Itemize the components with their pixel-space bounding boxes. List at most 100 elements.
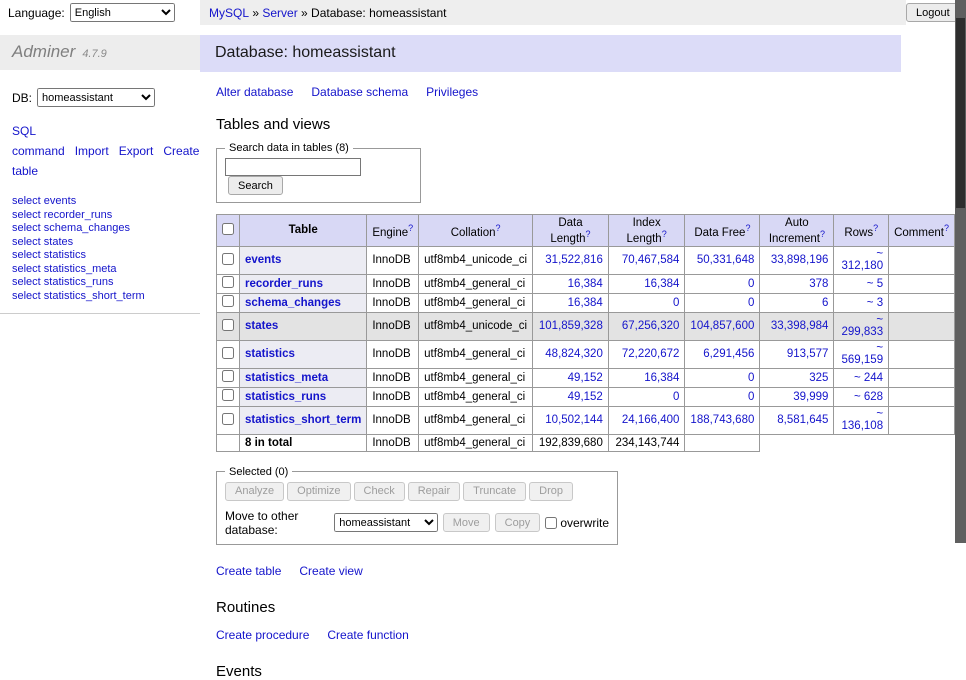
repair-button[interactable]: Repair [408, 482, 460, 501]
data-free-link[interactable]: 0 [748, 391, 754, 403]
column-help-link[interactable]: ? [820, 229, 825, 239]
rows-link[interactable]: ~ 5 [867, 278, 883, 290]
sidebar-table-link-statistics[interactable]: select statistics [12, 249, 200, 263]
index-length-link[interactable]: 0 [673, 391, 679, 403]
db-action-link-alter-database[interactable]: Alter database [216, 85, 293, 99]
row-checkbox[interactable] [222, 370, 234, 382]
data-length-link[interactable]: 16,384 [568, 297, 603, 309]
index-length-link[interactable]: 0 [673, 297, 679, 309]
index-length-link[interactable]: 72,220,672 [622, 348, 680, 360]
rows-link[interactable]: ~ 312,180 [842, 248, 884, 272]
table-link-recorder-runs[interactable]: recorder_runs [245, 278, 323, 290]
truncate-button[interactable]: Truncate [463, 482, 526, 501]
sidebar-table-link-statistics-meta[interactable]: select statistics_meta [12, 263, 200, 277]
row-checkbox[interactable] [222, 253, 234, 265]
db-select[interactable]: homeassistant [37, 88, 155, 107]
language-select[interactable]: English [70, 3, 175, 22]
data-length-link[interactable]: 16,384 [568, 278, 603, 290]
sidebar-table-link-schema-changes[interactable]: select schema_changes [12, 222, 200, 236]
sidebar-link-export[interactable]: Export [119, 144, 154, 158]
rows-link[interactable]: ~ 244 [854, 372, 883, 384]
sidebar-table-link-statistics-short-term[interactable]: select statistics_short_term [12, 290, 200, 304]
column-help-link[interactable]: ? [873, 223, 878, 233]
column-help-link[interactable]: ? [745, 223, 750, 233]
data-free-link[interactable]: 104,857,600 [690, 320, 754, 332]
rows-link[interactable]: ~ 628 [854, 391, 883, 403]
breadcrumb-link-mysql[interactable]: MySQL [209, 6, 249, 20]
copy-button[interactable]: Copy [495, 513, 541, 532]
logout-button[interactable]: Logout [906, 3, 960, 22]
data-free-link[interactable]: 50,331,648 [697, 254, 755, 266]
sidebar-link-import[interactable]: Import [75, 144, 109, 158]
rows-link[interactable]: ~ 136,108 [842, 408, 884, 432]
index-length-link[interactable]: 24,166,400 [622, 414, 680, 426]
sidebar-table-link-recorder-runs[interactable]: select recorder_runs [12, 209, 200, 223]
optimize-button[interactable]: Optimize [287, 482, 350, 501]
data-free-link[interactable]: 6,291,456 [703, 348, 754, 360]
table-link-statistics-short-term[interactable]: statistics_short_term [245, 414, 361, 426]
table-link-statistics-meta[interactable]: statistics_meta [245, 372, 328, 384]
auto-increment-link[interactable]: 378 [809, 278, 828, 290]
sidebar-table-link-events[interactable]: select events [12, 195, 200, 209]
auto-increment-link[interactable]: 33,398,984 [771, 320, 829, 332]
row-checkbox[interactable] [222, 413, 234, 425]
auto-increment-link[interactable]: 6 [822, 297, 828, 309]
search-button[interactable]: Search [228, 176, 283, 195]
sidebar-link-sql-command[interactable]: SQL command [12, 124, 65, 158]
overwrite-checkbox[interactable] [545, 517, 557, 529]
analyze-button[interactable]: Analyze [225, 482, 284, 501]
routine-link-create-procedure[interactable]: Create procedure [216, 628, 309, 642]
column-help-link[interactable]: ? [586, 229, 591, 239]
index-length-link[interactable]: 16,384 [644, 278, 679, 290]
data-free-link[interactable]: 0 [748, 278, 754, 290]
data-length-link[interactable]: 49,152 [568, 391, 603, 403]
column-help-link[interactable]: ? [408, 223, 413, 233]
index-length-link[interactable]: 70,467,584 [622, 254, 680, 266]
vertical-scrollbar[interactable] [955, 0, 966, 543]
auto-increment-link[interactable]: 33,898,196 [771, 254, 829, 266]
row-checkbox[interactable] [222, 319, 234, 331]
scrollbar-thumb[interactable] [956, 18, 965, 208]
check-button[interactable]: Check [354, 482, 405, 501]
table-link-schema-changes[interactable]: schema_changes [245, 297, 341, 309]
data-length-link[interactable]: 49,152 [568, 372, 603, 384]
move-db-select[interactable]: homeassistant [334, 513, 437, 532]
sidebar-table-link-statistics-runs[interactable]: select statistics_runs [12, 276, 200, 290]
breadcrumb-link-server[interactable]: Server [262, 6, 297, 20]
table-link-statistics-runs[interactable]: statistics_runs [245, 391, 326, 403]
db-action-link-database-schema[interactable]: Database schema [311, 85, 408, 99]
data-free-link[interactable]: 0 [748, 297, 754, 309]
table-link-events[interactable]: events [245, 254, 281, 266]
auto-increment-link[interactable]: 39,999 [793, 391, 828, 403]
column-help-link[interactable]: ? [495, 223, 500, 233]
data-length-link[interactable]: 31,522,816 [545, 254, 603, 266]
data-length-link[interactable]: 48,824,320 [545, 348, 603, 360]
data-length-link[interactable]: 10,502,144 [545, 414, 603, 426]
create-link-create-view[interactable]: Create view [299, 564, 362, 578]
row-checkbox[interactable] [222, 295, 234, 307]
search-input[interactable] [225, 158, 361, 176]
table-link-states[interactable]: states [245, 320, 278, 332]
rows-link[interactable]: ~ 3 [867, 297, 883, 309]
db-action-link-privileges[interactable]: Privileges [426, 85, 478, 99]
row-checkbox[interactable] [222, 389, 234, 401]
data-free-link[interactable]: 188,743,680 [690, 414, 754, 426]
index-length-link[interactable]: 16,384 [644, 372, 679, 384]
routine-link-create-function[interactable]: Create function [327, 628, 408, 642]
auto-increment-link[interactable]: 8,581,645 [777, 414, 828, 426]
sidebar-table-link-states[interactable]: select states [12, 236, 200, 250]
table-link-statistics[interactable]: statistics [245, 348, 295, 360]
row-checkbox[interactable] [222, 276, 234, 288]
index-length-link[interactable]: 67,256,320 [622, 320, 680, 332]
auto-increment-link[interactable]: 325 [809, 372, 828, 384]
drop-button[interactable]: Drop [529, 482, 573, 501]
select-all-checkbox[interactable] [222, 223, 234, 235]
move-button[interactable]: Move [443, 513, 490, 532]
auto-increment-link[interactable]: 913,577 [787, 348, 829, 360]
create-link-create-table[interactable]: Create table [216, 564, 281, 578]
data-length-link[interactable]: 101,859,328 [539, 320, 603, 332]
column-help-link[interactable]: ? [662, 229, 667, 239]
row-checkbox[interactable] [222, 347, 234, 359]
rows-link[interactable]: ~ 569,159 [842, 342, 884, 366]
column-help-link[interactable]: ? [944, 223, 949, 233]
